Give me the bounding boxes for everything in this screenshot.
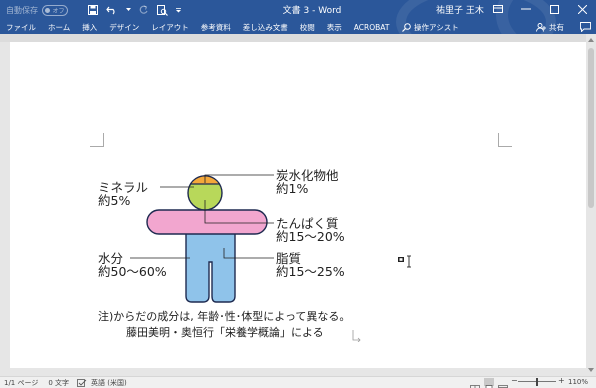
print-layout-icon[interactable] <box>484 378 494 388</box>
label-water-pct: 約50～60% <box>98 264 167 279</box>
scroll-up-icon[interactable] <box>588 38 594 42</box>
label-protein-pct: 約15～20% <box>276 229 345 244</box>
zoom-in-icon[interactable]: + <box>558 376 565 385</box>
figure-source: 藤田美明・奥恒行「栄養学概論」による <box>126 326 324 339</box>
word-count[interactable]: 0 文字 <box>48 378 69 388</box>
body-protein-arms <box>146 209 268 235</box>
paragraph-mark-icon <box>352 330 361 342</box>
language-indicator[interactable]: 英語 (米国) <box>91 378 127 388</box>
label-carb-pct: 約1% <box>276 181 309 196</box>
web-layout-icon[interactable] <box>498 378 508 388</box>
scroll-down-icon[interactable] <box>588 368 594 372</box>
vertical-scrollbar[interactable] <box>586 34 596 376</box>
scroll-thumb[interactable] <box>588 48 594 208</box>
text-cursor <box>398 254 414 273</box>
read-mode-icon[interactable] <box>470 378 480 388</box>
figure-note: 注)からだの成分は, 年齢･性･体型によって異なる。 <box>98 310 351 323</box>
body-water-shape <box>185 231 236 303</box>
zoom-level[interactable]: 110% <box>568 378 588 386</box>
proofing-icon[interactable] <box>77 378 87 387</box>
zoom-out-icon[interactable]: − <box>511 376 518 385</box>
page-count[interactable]: 1/1 ページ <box>4 378 38 388</box>
label-fat-pct: 約15～25% <box>276 264 345 279</box>
label-mineral-pct: 約5% <box>98 193 131 208</box>
zoom-slider-knob[interactable] <box>536 378 538 386</box>
